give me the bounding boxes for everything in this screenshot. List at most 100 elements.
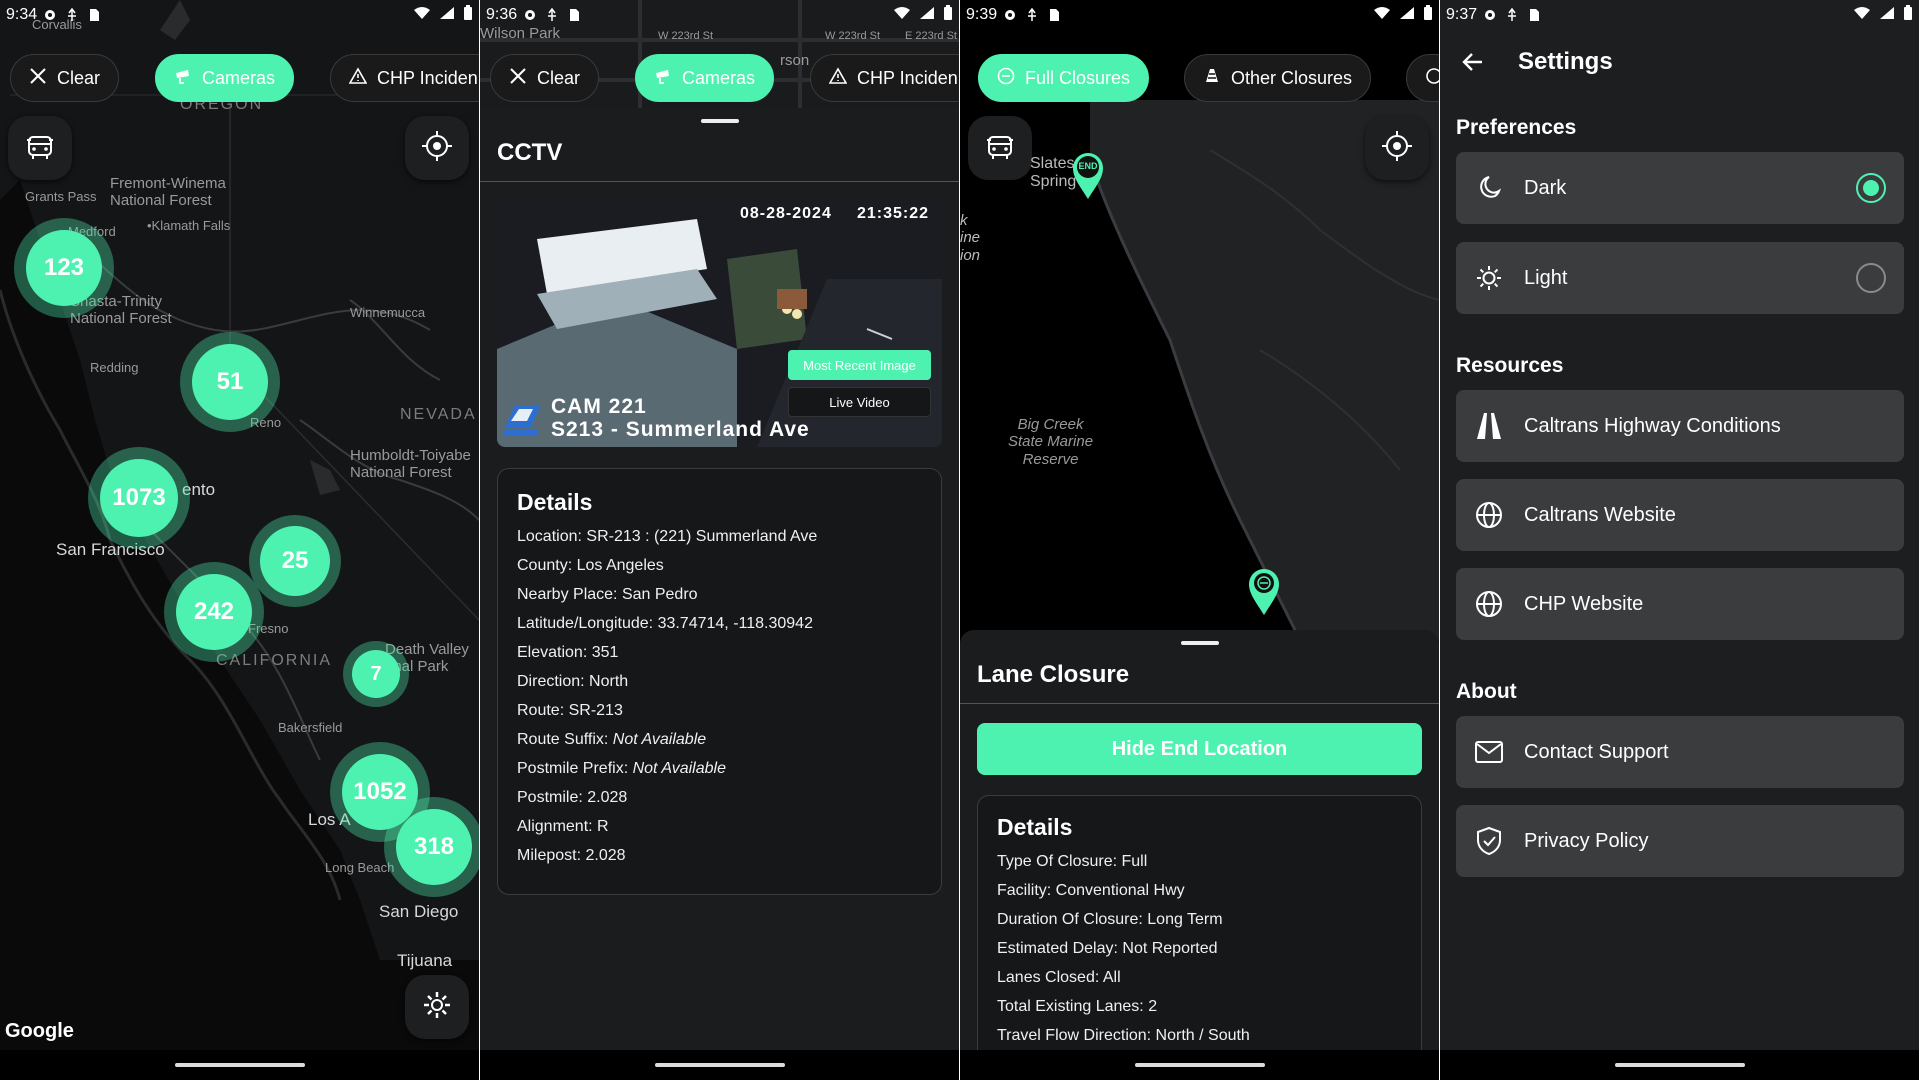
dark-label: Dark	[1524, 176, 1567, 199]
signal-icon	[919, 6, 935, 25]
full-closures-chip[interactable]: Full Closures	[978, 54, 1150, 102]
home-indicator[interactable]	[174, 1063, 305, 1067]
cctv-screen: Wilson Park W 223rd St W 223rd St E 223r…	[480, 0, 959, 1080]
cluster-count: 25	[260, 526, 330, 596]
details-row: Travel Flow Direction: North / South	[997, 1027, 1250, 1044]
cameras-chip[interactable]: Cameras	[155, 54, 295, 102]
contact-support-link[interactable]: Contact Support	[1456, 716, 1904, 788]
cluster-marker[interactable]: 51	[180, 332, 280, 432]
map-label-redding: Redding	[90, 360, 139, 375]
traffic-layer-button[interactable]	[8, 116, 72, 180]
cluster-marker[interactable]: 25	[249, 515, 341, 607]
light-radio[interactable]	[1856, 263, 1886, 293]
sdcard-status-icon	[1527, 8, 1541, 22]
details-row-label: Elevation:	[517, 644, 592, 661]
details-row: Postmile Prefix: Not Available	[517, 754, 922, 783]
dark-radio[interactable]	[1856, 173, 1886, 203]
about-heading: About	[1456, 680, 1517, 703]
settings-button[interactable]	[405, 975, 469, 1039]
map-label-san-diego: San Diego	[379, 902, 459, 921]
sheet-title: CCTV	[480, 124, 959, 182]
other-closures-chip[interactable]: Other Closures	[1184, 54, 1372, 102]
details-row: Facility: Conventional Hwy	[997, 882, 1185, 899]
details-row: Total Existing Lanes: 2	[997, 998, 1158, 1015]
my-location-button[interactable]	[1365, 116, 1429, 180]
map-label-winnemucca: Winnemucca	[350, 305, 426, 320]
battery-icon	[463, 4, 473, 26]
sheet-handle[interactable]	[700, 119, 739, 123]
road-icon	[1474, 411, 1504, 441]
details-list: Location: SR-213 : (221) Summerland Ave C…	[517, 522, 922, 870]
chp-incidents-chip[interactable]: CHP Inciden	[810, 54, 959, 102]
globe-icon	[1474, 589, 1504, 619]
home-indicator[interactable]	[1614, 1063, 1745, 1067]
live-video-button[interactable]: Live Video	[788, 387, 931, 417]
end-location-marker[interactable]: END	[1070, 150, 1106, 200]
shield-check-icon	[1474, 826, 1504, 856]
details-row: County: Los Angeles	[517, 551, 922, 580]
settings-screen: 9:37 Settings Preferences Dark Light Res…	[1440, 0, 1919, 1080]
details-row-value: Los Angeles	[576, 557, 664, 574]
camera-image[interactable]: 08-28-2024 21:35:22 CAM 221 S213 - Summe…	[497, 199, 942, 447]
home-indicator[interactable]	[1134, 1063, 1265, 1067]
chp-website-label: CHP Website	[1524, 592, 1644, 615]
details-row-value: SR-213 : (221) Summerland Ave	[586, 528, 818, 545]
clear-chip[interactable]: Clear	[490, 54, 600, 102]
map-label-e223: E 223rd St	[905, 30, 957, 42]
caltrans-logo	[501, 399, 545, 439]
mail-icon	[1474, 737, 1504, 767]
car-icon	[23, 129, 57, 168]
sheet-title: Lane Closure	[960, 646, 1439, 704]
details-row-label: Direction:	[517, 673, 590, 690]
map-label-reserve-partial: k ine ion	[960, 212, 981, 264]
home-indicator[interactable]	[654, 1063, 785, 1067]
details-card: Details Type Of Closure: Full Facility: C…	[977, 795, 1422, 1065]
theme-light-option[interactable]: Light	[1456, 242, 1904, 314]
theme-dark-option[interactable]: Dark	[1456, 152, 1904, 224]
details-row-value: 2.028	[585, 847, 626, 864]
cluster-count: 1073	[100, 459, 178, 537]
cameras-chip-label: Cameras	[202, 67, 276, 88]
details-list: Type Of Closure: Full Facility: Conventio…	[997, 847, 1402, 1050]
cluster-marker[interactable]: 123	[14, 218, 114, 318]
clear-chip[interactable]: Clear	[10, 54, 120, 102]
caltrans-website-label: Caltrans Website	[1524, 503, 1676, 526]
chp-chip-label: CHP Inciden	[377, 67, 478, 88]
map-label-humboldt: Humboldt-Toiyabe National Forest	[350, 447, 471, 482]
cluster-marker[interactable]: 242	[164, 562, 264, 662]
usb-status-icon	[1505, 7, 1519, 22]
cluster-marker[interactable]: 318	[384, 797, 479, 897]
map-label-nevada: NEVADA	[400, 406, 477, 423]
close-icon	[509, 67, 527, 90]
caltrans-website-link[interactable]: Caltrans Website	[1456, 479, 1904, 551]
details-row-label: Postmile:	[517, 789, 588, 806]
crosshair-icon	[420, 129, 454, 168]
cluster-marker[interactable]: 7	[343, 641, 409, 707]
map-label-w223b: W 223rd St	[825, 30, 881, 42]
hide-end-location-button[interactable]: Hide End Location	[977, 723, 1422, 775]
signal-icon	[1399, 6, 1415, 25]
most-recent-image-button[interactable]: Most Recent Image	[788, 350, 931, 380]
usb-status-icon	[1025, 7, 1039, 22]
cluster-marker[interactable]: 1073	[88, 447, 190, 549]
sheet-handle[interactable]	[1180, 641, 1219, 645]
caltrans-highway-conditions-link[interactable]: Caltrans Highway Conditions	[1456, 390, 1904, 462]
details-row: Type Of Closure: Full	[997, 853, 1148, 870]
details-card: Details Location: SR-213 : (221) Summerl…	[497, 468, 942, 895]
traffic-layer-button[interactable]	[968, 116, 1032, 180]
privacy-policy-link[interactable]: Privacy Policy	[1456, 805, 1904, 877]
wifi-icon	[1373, 6, 1391, 25]
back-arrow-icon[interactable]	[1458, 47, 1488, 77]
close-icon	[29, 67, 47, 90]
details-row: Route Suffix: Not Available	[517, 725, 922, 754]
closure-marker[interactable]	[1246, 566, 1282, 616]
chp-incidents-chip[interactable]: CHP Inciden	[330, 54, 479, 102]
chp-website-link[interactable]: CHP Website	[1456, 568, 1904, 640]
clear-chip-label: Clear	[57, 67, 101, 88]
details-row: Milepost: 2.028	[517, 841, 922, 870]
sdcard-status-icon	[567, 8, 581, 22]
signal-icon	[439, 6, 455, 25]
cameras-chip[interactable]: Cameras	[635, 54, 775, 102]
my-location-button[interactable]	[405, 116, 469, 180]
details-row-label: Postmile Prefix:	[517, 760, 633, 777]
